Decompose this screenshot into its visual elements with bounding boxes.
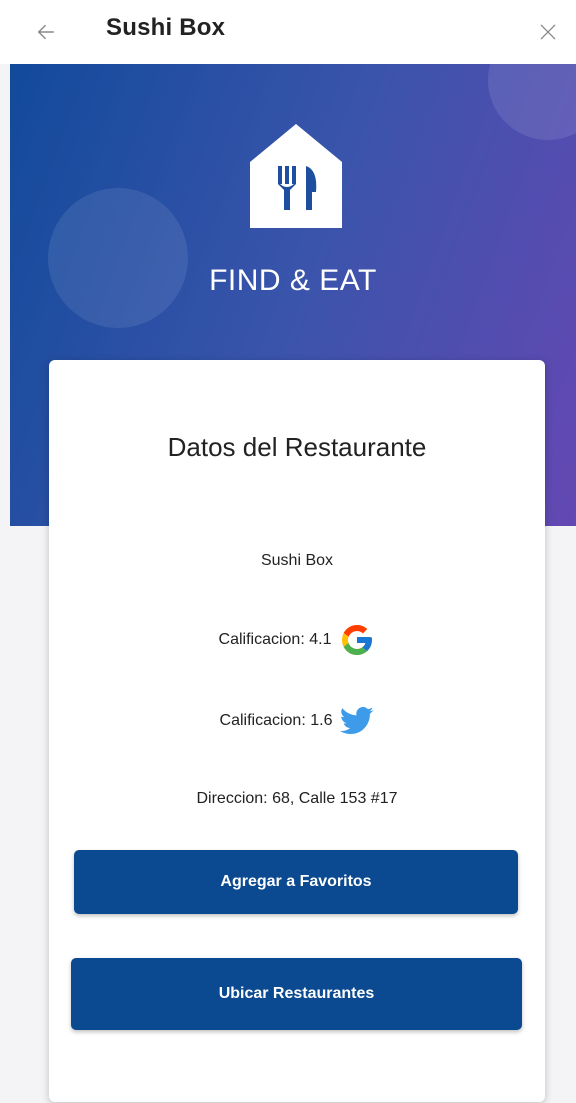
twitter-rating-row: Calificacion: 1.6 <box>49 706 545 736</box>
close-icon <box>540 24 556 40</box>
brand-name: FIND & EAT <box>209 264 377 297</box>
top-app-bar: Sushi Box <box>0 0 576 64</box>
twitter-rating-text: Calificacion: 1.6 <box>219 712 333 729</box>
locate-restaurants-button[interactable]: Ubicar Restaurantes <box>71 958 522 1030</box>
twitter-icon <box>340 706 374 736</box>
back-button[interactable] <box>28 14 64 50</box>
google-rating-row: Calificacion: 4.1 <box>49 622 545 658</box>
google-rating-text: Calificacion: 4.1 <box>218 631 332 648</box>
close-button[interactable] <box>530 14 566 50</box>
restaurant-house-icon <box>250 124 342 228</box>
address-row: Direccion: 68, Calle 153 #17 <box>49 790 545 808</box>
restaurant-name: Sushi Box <box>49 552 545 570</box>
decorative-circle <box>48 188 188 328</box>
restaurant-name-text: Sushi Box <box>260 552 334 569</box>
card-title: Datos del Restaurante <box>167 432 427 462</box>
address-text: Direccion: 68, Calle 153 #17 <box>196 790 398 807</box>
decorative-circle <box>488 64 576 140</box>
add-favorites-button[interactable]: Agregar a Favoritos <box>74 850 518 914</box>
arrow-left-icon <box>37 24 55 40</box>
page-title: Sushi Box <box>106 14 226 41</box>
google-icon <box>339 622 375 658</box>
